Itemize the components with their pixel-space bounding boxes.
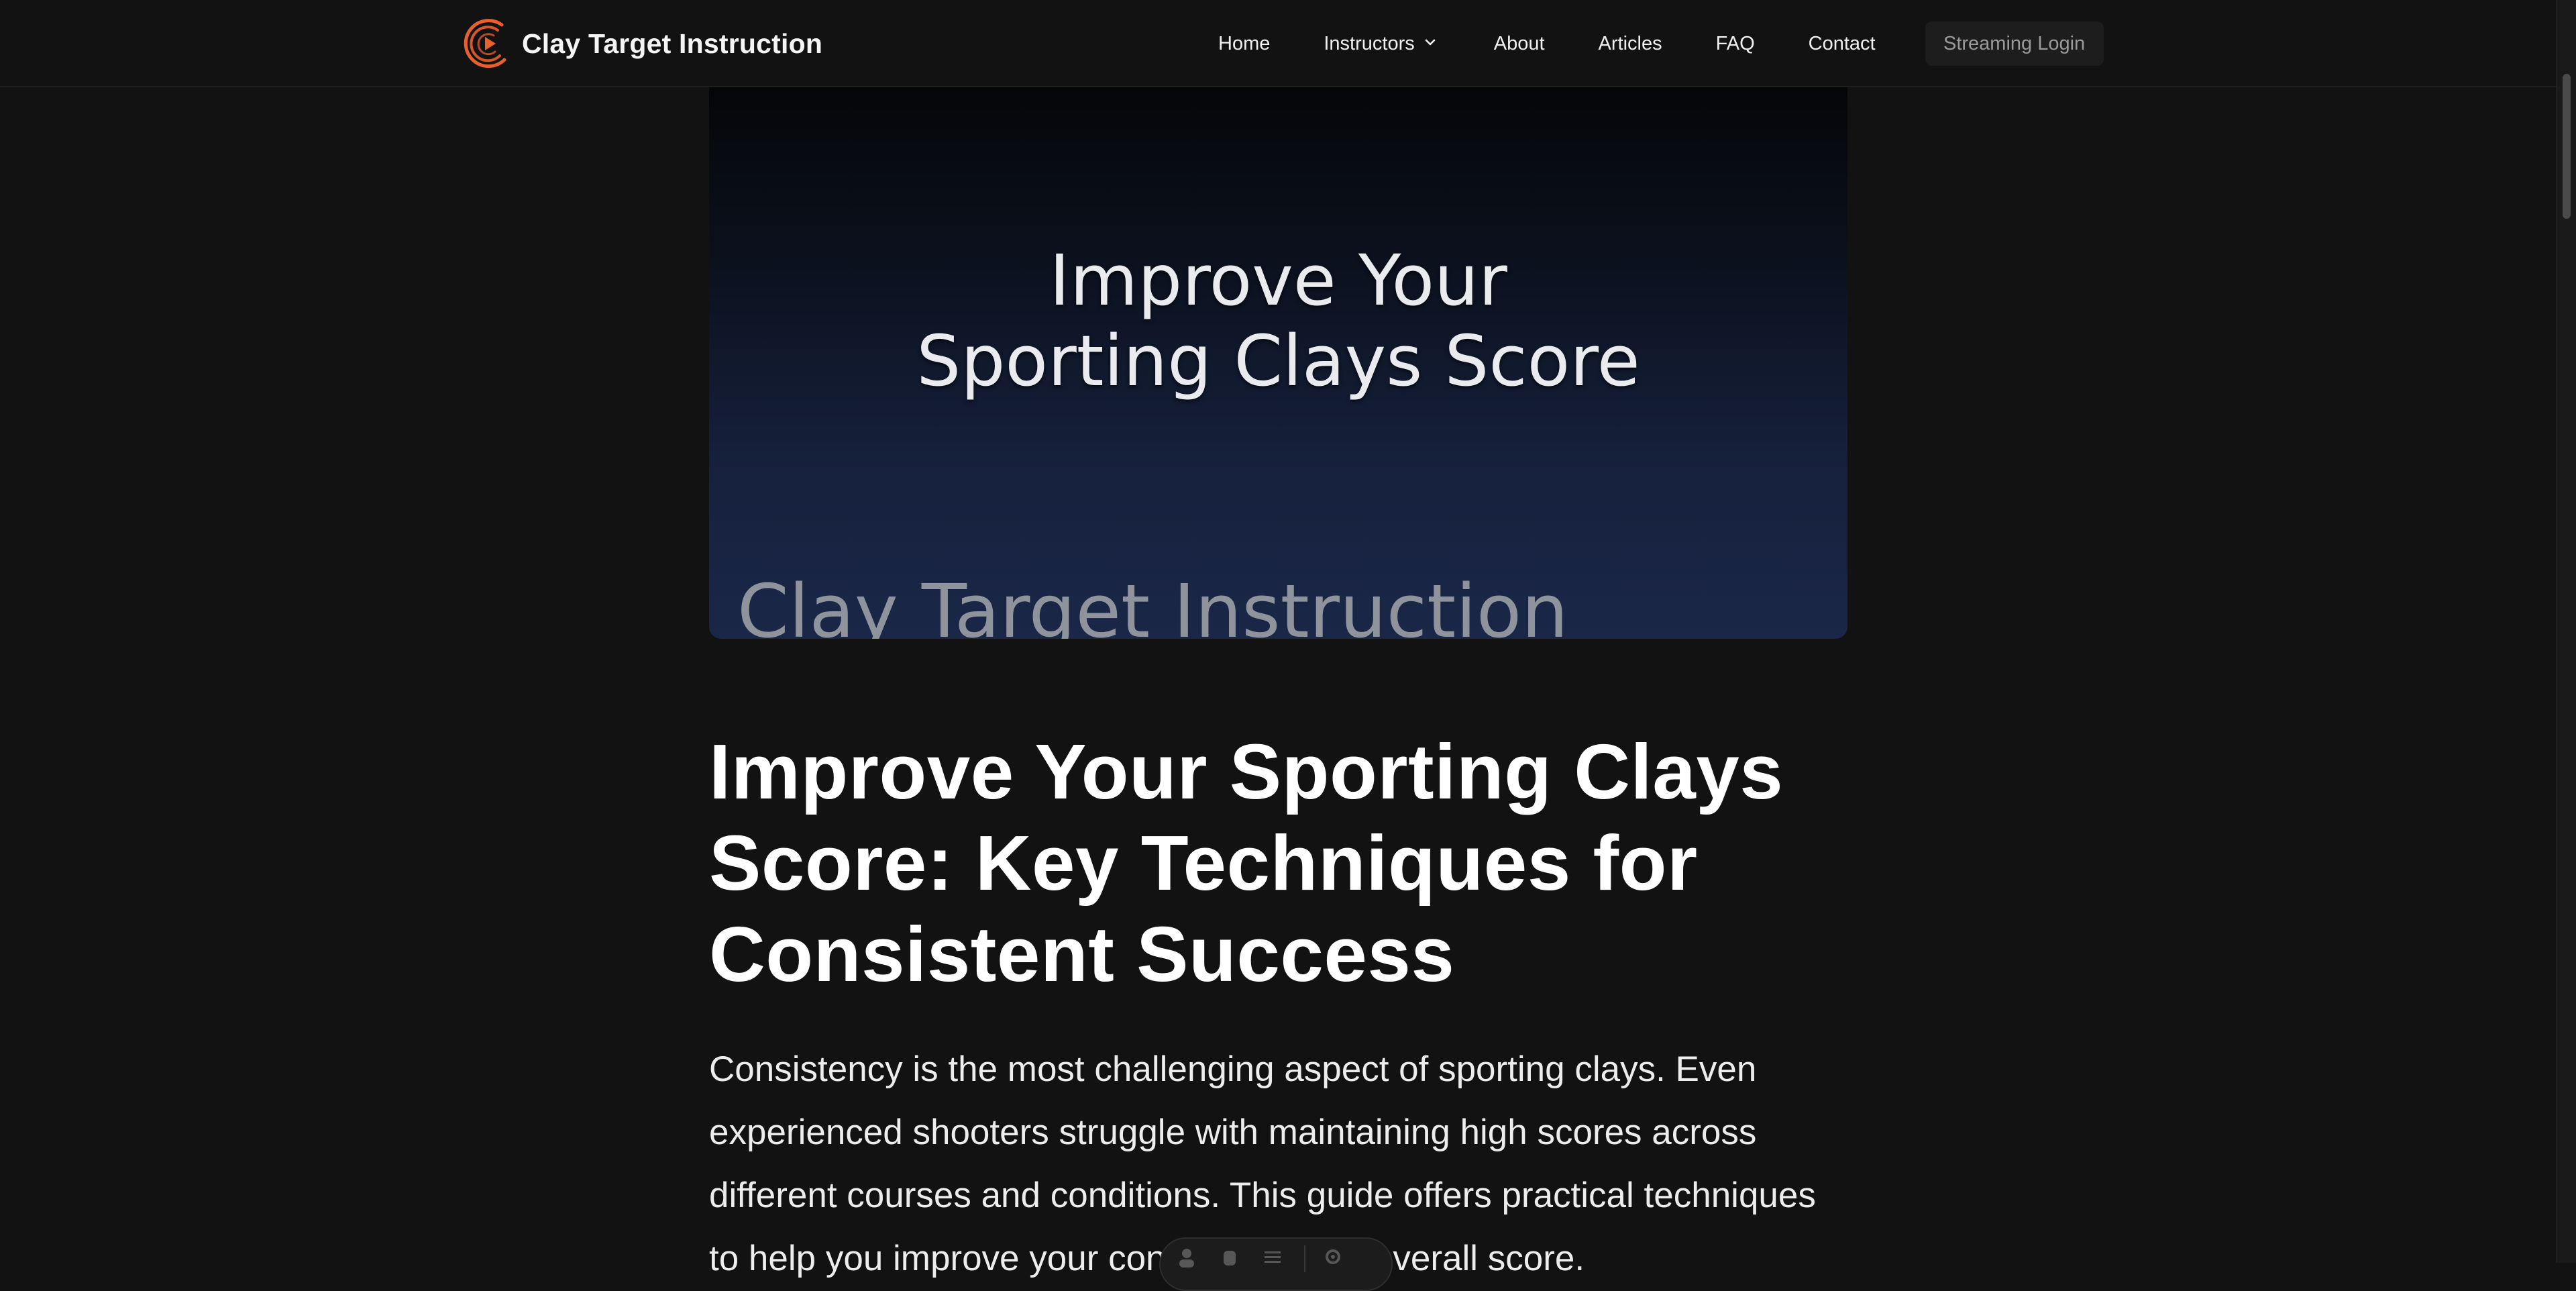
nav-home[interactable]: Home <box>1218 33 1270 55</box>
hero-title-line1: Improve Your <box>1049 240 1507 321</box>
hero-title: Improve Your Sporting Clays Score <box>709 240 1847 401</box>
brand-link[interactable]: Clay Target Instruction <box>463 15 822 72</box>
scrollbar-thumb[interactable] <box>2563 74 2571 219</box>
page-scrollbar[interactable] <box>2556 0 2576 1263</box>
streaming-login-button[interactable]: Streaming Login <box>1925 21 2104 66</box>
site-header: Clay Target Instruction Home Instructors… <box>0 0 2556 87</box>
nav-about[interactable]: About <box>1494 33 1545 55</box>
brand-logo-icon <box>464 19 506 68</box>
nav-instructors[interactable]: Instructors <box>1324 33 1437 55</box>
nav-articles[interactable]: Articles <box>1599 33 1662 55</box>
hero-watermark: Clay Target Instruction <box>737 568 1568 639</box>
menu-icon[interactable] <box>1261 1245 1284 1268</box>
floating-toolbar[interactable] <box>1159 1237 1393 1291</box>
user-icon[interactable] <box>1175 1245 1198 1268</box>
nav-instructors-label: Instructors <box>1324 32 1415 54</box>
nav-faq[interactable]: FAQ <box>1716 33 1755 55</box>
toolbar-divider <box>1304 1245 1305 1272</box>
hero-video-thumbnail[interactable]: Improve Your Sporting Clays Score Clay T… <box>709 87 1847 639</box>
settings-icon[interactable] <box>1322 1245 1344 1268</box>
nav-contact[interactable]: Contact <box>1809 33 1876 55</box>
brand-name: Clay Target Instruction <box>522 28 823 59</box>
hero-title-line2: Sporting Clays Score <box>916 320 1640 402</box>
hand-icon[interactable] <box>1218 1245 1241 1268</box>
main-nav: Home Instructors About Articles FAQ Cont… <box>1208 0 2104 87</box>
chevron-down-icon <box>1425 39 1436 46</box>
article-title: Improve Your Sporting Clays Score: Key T… <box>709 728 1784 998</box>
